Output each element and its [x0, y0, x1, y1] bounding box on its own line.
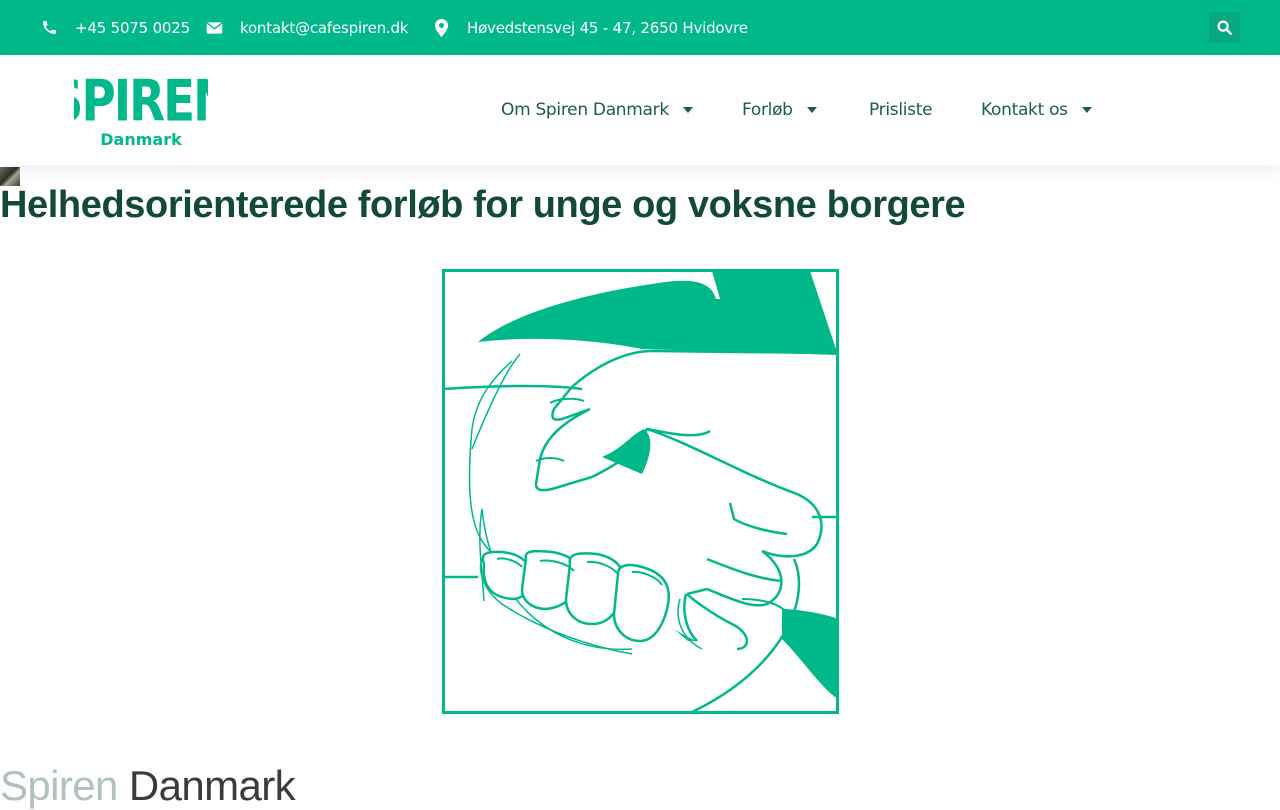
- nav-item-om-spiren[interactable]: Om Spiren Danmark: [501, 55, 693, 165]
- chevron-down-icon: [682, 107, 693, 113]
- nav-item-kontakt[interactable]: Kontakt os: [981, 55, 1092, 165]
- nav-item-label: Prisliste: [869, 100, 933, 120]
- nav-item-label: Om Spiren Danmark: [501, 100, 669, 120]
- phone-number: +45 5075 0025: [75, 18, 190, 37]
- email-address: kontakt@cafespiren.dk: [240, 18, 409, 37]
- nav-item-label: Kontakt os: [981, 100, 1068, 120]
- address-contact[interactable]: Høvedstensvej 45 - 47, 2650 Hvidovre: [432, 0, 748, 55]
- email-contact[interactable]: kontakt@cafespiren.dk: [205, 0, 408, 55]
- nav-item-forlob[interactable]: Forløb: [742, 55, 817, 165]
- footer-brand-first: Spiren: [0, 762, 118, 809]
- nav-item-label: Forløb: [742, 100, 793, 120]
- nav-item-prisliste[interactable]: Prisliste: [869, 55, 933, 165]
- search-button[interactable]: [1209, 12, 1240, 43]
- chevron-down-icon: [806, 107, 817, 113]
- footer-brand-second: Danmark: [128, 762, 296, 809]
- phone-contact[interactable]: +45 5075 0025: [40, 0, 190, 55]
- logo-wordmark: SPIREN: [74, 71, 208, 134]
- footer-brand: Spiren Danmark: [0, 762, 296, 810]
- map-pin-icon: [432, 18, 450, 37]
- page-title: Helhedsorienterede forløb for unge og vo…: [0, 184, 966, 226]
- logo-subtitle: Danmark: [100, 130, 182, 149]
- phone-icon: [40, 19, 58, 37]
- search-icon: [1217, 20, 1232, 35]
- site-header: SPIREN Danmark Om Spiren Danmark Forløb …: [0, 55, 1280, 165]
- envelope-icon: [205, 19, 223, 37]
- handshake-illustration: [442, 269, 839, 714]
- address-text: Høvedstensvej 45 - 47, 2650 Hvidovre: [467, 18, 748, 37]
- top-contact-bar: +45 5075 0025 kontakt@cafespiren.dk Høve…: [0, 0, 1280, 55]
- spiren-logo[interactable]: SPIREN Danmark: [50, 67, 232, 149]
- chevron-down-icon: [1081, 107, 1092, 113]
